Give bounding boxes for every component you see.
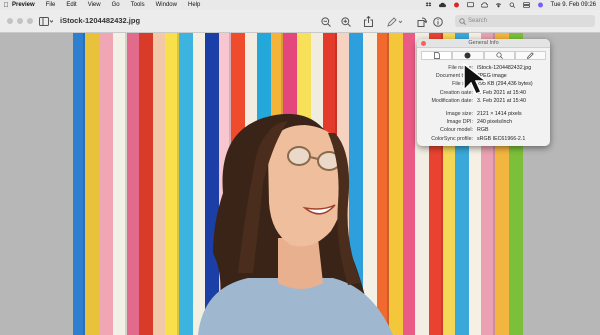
tab-general-info[interactable] xyxy=(421,51,453,60)
document-icon xyxy=(433,52,440,59)
sidebar-toggle-button[interactable] xyxy=(38,15,54,28)
tab-annotations[interactable] xyxy=(514,51,546,60)
share-button[interactable] xyxy=(362,15,374,28)
inspector-title: General Info xyxy=(468,40,499,46)
window-title: iStock-1204482432.jpg xyxy=(60,16,141,25)
info-icon xyxy=(433,16,443,27)
sidebar-icon xyxy=(39,17,53,26)
menu-tools[interactable]: Tools xyxy=(131,2,145,8)
search-field[interactable]: Search xyxy=(455,15,595,27)
tab-more-info[interactable] xyxy=(452,51,484,60)
info-key: Colour model: xyxy=(440,127,473,134)
info-value: sRGB IEC61966-2.1 xyxy=(477,135,526,142)
info-key: Image size: xyxy=(445,111,473,118)
info-row: Image size: 2121 × 1414 pixels xyxy=(417,110,550,118)
window-controls xyxy=(7,18,33,24)
wifi-icon[interactable] xyxy=(495,2,502,8)
zoom-out-icon xyxy=(321,16,331,27)
inspector-button[interactable] xyxy=(432,15,444,28)
markup-pen-icon xyxy=(387,16,403,27)
window-toolbar: iStock-1204482432.jpg Search xyxy=(0,10,600,33)
share-icon xyxy=(363,16,373,27)
info-value: 240 pixels/inch xyxy=(477,119,513,126)
menu-edit[interactable]: Edit xyxy=(66,2,76,8)
info-value: RGB xyxy=(477,127,489,134)
info-value: 2121 × 1414 pixels xyxy=(477,111,522,118)
info-key: Modification date: xyxy=(431,97,473,104)
status-area: Tue 9. Feb 09:26 xyxy=(425,0,596,10)
record-icon[interactable] xyxy=(453,2,460,8)
cloud-icon[interactable] xyxy=(438,2,446,8)
info-row: Image DPI: 240 pixels/inch xyxy=(417,118,550,126)
zoom-out-button[interactable] xyxy=(320,15,332,28)
menu-clock[interactable]: Tue 9. Feb 09:26 xyxy=(551,2,596,8)
mouse-pointer-icon xyxy=(463,62,489,95)
zoom-button[interactable] xyxy=(27,18,33,24)
info-row: ColorSync profile: sRGB IEC61966-2.1 xyxy=(417,135,550,143)
info-circle-icon xyxy=(464,52,471,59)
info-value: 3. Feb 2021 at 15:40 xyxy=(477,97,526,104)
magnifier-icon xyxy=(496,52,503,59)
menu-go[interactable]: Go xyxy=(112,2,120,8)
menu-preview[interactable]: Preview xyxy=(12,2,35,8)
control-center-icon[interactable] xyxy=(522,2,530,8)
rotate-button[interactable] xyxy=(416,15,428,28)
info-key: ColorSync profile: xyxy=(431,135,473,142)
info-row: Modification date: 3. Feb 2021 at 15:40 xyxy=(417,97,550,105)
menu-view[interactable]: View xyxy=(88,2,101,8)
rotate-icon xyxy=(417,17,427,27)
tab-keywords[interactable] xyxy=(483,51,515,60)
apple-menu-icon[interactable]:  xyxy=(0,2,12,9)
siri-icon[interactable] xyxy=(537,2,544,8)
inspector-titlebar: General Info xyxy=(417,39,550,48)
dropbox-icon[interactable] xyxy=(425,2,432,8)
cloud-sync-icon[interactable] xyxy=(480,2,488,8)
zoom-in-icon xyxy=(341,16,351,27)
screen-icon[interactable] xyxy=(466,2,474,8)
markup-button[interactable] xyxy=(386,15,404,28)
minimize-button[interactable] xyxy=(17,18,23,24)
close-button[interactable] xyxy=(7,18,13,24)
search-placeholder: Search xyxy=(468,18,488,24)
menu-window[interactable]: Window xyxy=(156,2,177,8)
preview-window: iStock-1204482432.jpg Search General Inf… xyxy=(0,10,600,335)
pencil-icon xyxy=(526,52,534,59)
menu-help[interactable]: Help xyxy=(188,2,200,8)
search-icon xyxy=(459,18,466,25)
menu-file[interactable]: File xyxy=(46,2,56,8)
info-key: Image DPI: xyxy=(446,119,474,126)
zoom-in-button[interactable] xyxy=(340,15,352,28)
search-menu-icon[interactable] xyxy=(509,2,516,8)
menu-bar:  Preview File Edit View Go Tools Window… xyxy=(0,0,600,10)
inspector-tabs xyxy=(421,51,546,60)
info-row: Colour model: RGB xyxy=(417,126,550,134)
